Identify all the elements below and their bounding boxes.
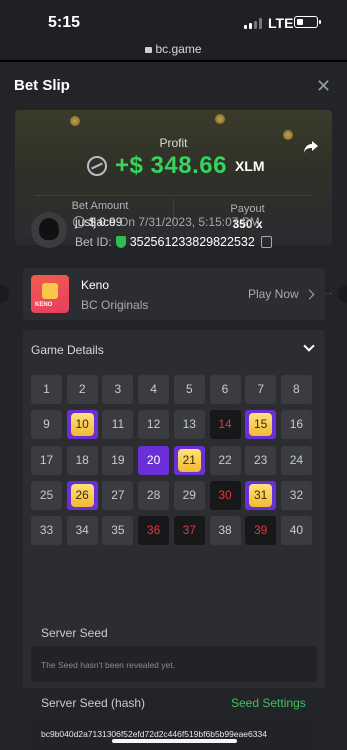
coin-decoration-icon [215,114,225,124]
lock-icon [145,47,153,53]
chevron-down-icon[interactable] [303,340,315,352]
keno-cell: 21 [173,445,205,475]
keno-cell: 33 [31,516,62,546]
copy-icon[interactable] [260,236,272,248]
address-bar[interactable]: bc.game [0,42,347,56]
xlm-coin-icon [87,156,107,176]
sheet-title: Bet Slip [14,77,70,94]
game-details-title[interactable]: Game Details [31,343,104,357]
coin-decoration-icon [70,116,80,126]
keno-cell: 10 [66,410,98,440]
server-seed-label: Server Seed [41,626,108,640]
keno-hit-gem: 26 [70,483,94,507]
battery-icon [294,16,321,28]
keno-cell: 15 [245,410,277,440]
chevron-right-icon[interactable] [304,289,315,300]
server-hash-label: Server Seed (hash) [41,696,146,710]
profit-currency: XLM [234,158,265,174]
profit-label: Profit [159,136,188,150]
keno-cell: 31 [245,480,277,510]
shield-icon [115,236,126,248]
sheet-header: Bet Slip ✕ [0,62,347,108]
keno-cell: 22 [209,445,241,475]
keno-ball-icon [42,283,58,299]
keno-cell: 16 [280,410,312,440]
thumb-text: KENO [35,302,53,308]
bet-id-value: 352561233829822532 [129,235,255,249]
keno-cell: 27 [102,480,134,510]
browser-status-bar: 5:15 LTE bc.game [0,0,347,60]
keno-cell: 38 [209,516,241,546]
user-line: justjace On 7/31/2023, 5:15:07 PM [75,215,260,229]
server-hash-field: bc9b040d2a7131306f52efd72d2c446f519bf6b5… [31,716,317,750]
keno-cell: 24 [280,445,312,475]
share-icon[interactable] [303,140,319,154]
divider [35,195,312,196]
signal-icon [244,18,262,29]
keno-thumbnail: KENO [31,275,69,313]
keno-cell: 13 [173,410,205,440]
keno-cell: 17 [31,445,62,475]
keno-cell: 8 [280,375,312,404]
keno-cell: 23 [245,445,277,475]
keno-cell: 7 [245,375,277,404]
keno-cell: 36 [138,516,170,546]
keno-cell: 11 [102,410,134,440]
profit-amount: +$ 348.66 [115,152,227,179]
seed-settings-link[interactable]: Seed Settings [231,696,306,710]
keno-hit-gem: 10 [70,413,94,437]
keno-hit-gem: 21 [177,448,201,472]
keno-cell: 37 [173,516,205,546]
keno-cell: 1 [31,375,62,404]
profit-row: +$ 348.66 XLM [87,151,265,181]
username[interactable]: justjace [75,215,116,229]
bet-date: On 7/31/2023, 5:15:07 PM [119,215,260,229]
keno-cell: 6 [209,375,241,404]
game-name: Keno [81,278,110,292]
keno-cell: 9 [31,410,62,440]
keno-cell: 34 [66,516,98,546]
keno-hit-gem: 15 [249,413,273,437]
bet-id-label: Bet ID: [75,235,112,249]
avatar[interactable] [31,212,67,248]
keno-cell: 14 [209,410,241,440]
keno-cell: 35 [102,516,134,546]
keno-cell: 39 [245,516,277,546]
game-provider: BC Originals [81,298,149,312]
keno-cell: 2 [66,375,98,404]
keno-cell: 30 [209,480,241,510]
play-now-link[interactable]: Play Now [248,287,299,301]
network-label: LTE [268,15,294,31]
keno-cell: 5 [173,375,205,404]
keno-cell: 18 [66,445,98,475]
game-details-panel: Game Details 1 2 3 4 5 6 7 8 9 10 11 12 13 14 15 16 17 18… [23,330,325,750]
keno-cell: 19 [102,445,134,475]
server-seed-field: The Seed hasn't been revealed yet. [31,646,317,682]
keno-cell: 20 [138,445,170,475]
keno-cell: 12 [138,410,170,440]
keno-cell: 26 [66,480,98,510]
keno-cell: 28 [138,480,170,510]
keno-hit-gem: 31 [249,483,273,507]
keno-cell: 3 [102,375,134,404]
bet-user-card: justjace On 7/31/2023, 5:15:07 PM Bet ID… [23,204,325,264]
game-card[interactable]: KENO Keno BC Originals Play Now [23,268,325,320]
keno-cell: 40 [280,516,312,546]
home-indicator [112,739,237,743]
close-icon[interactable]: ✕ [316,76,331,97]
keno-cell: 25 [31,480,62,510]
keno-cell: 4 [138,375,170,404]
url-text: bc.game [155,42,202,56]
keno-cell: 32 [280,480,312,510]
clock: 5:15 [48,14,81,31]
bet-id-row: Bet ID: 352561233829822532 [75,235,272,249]
keno-cell: 29 [173,480,205,510]
